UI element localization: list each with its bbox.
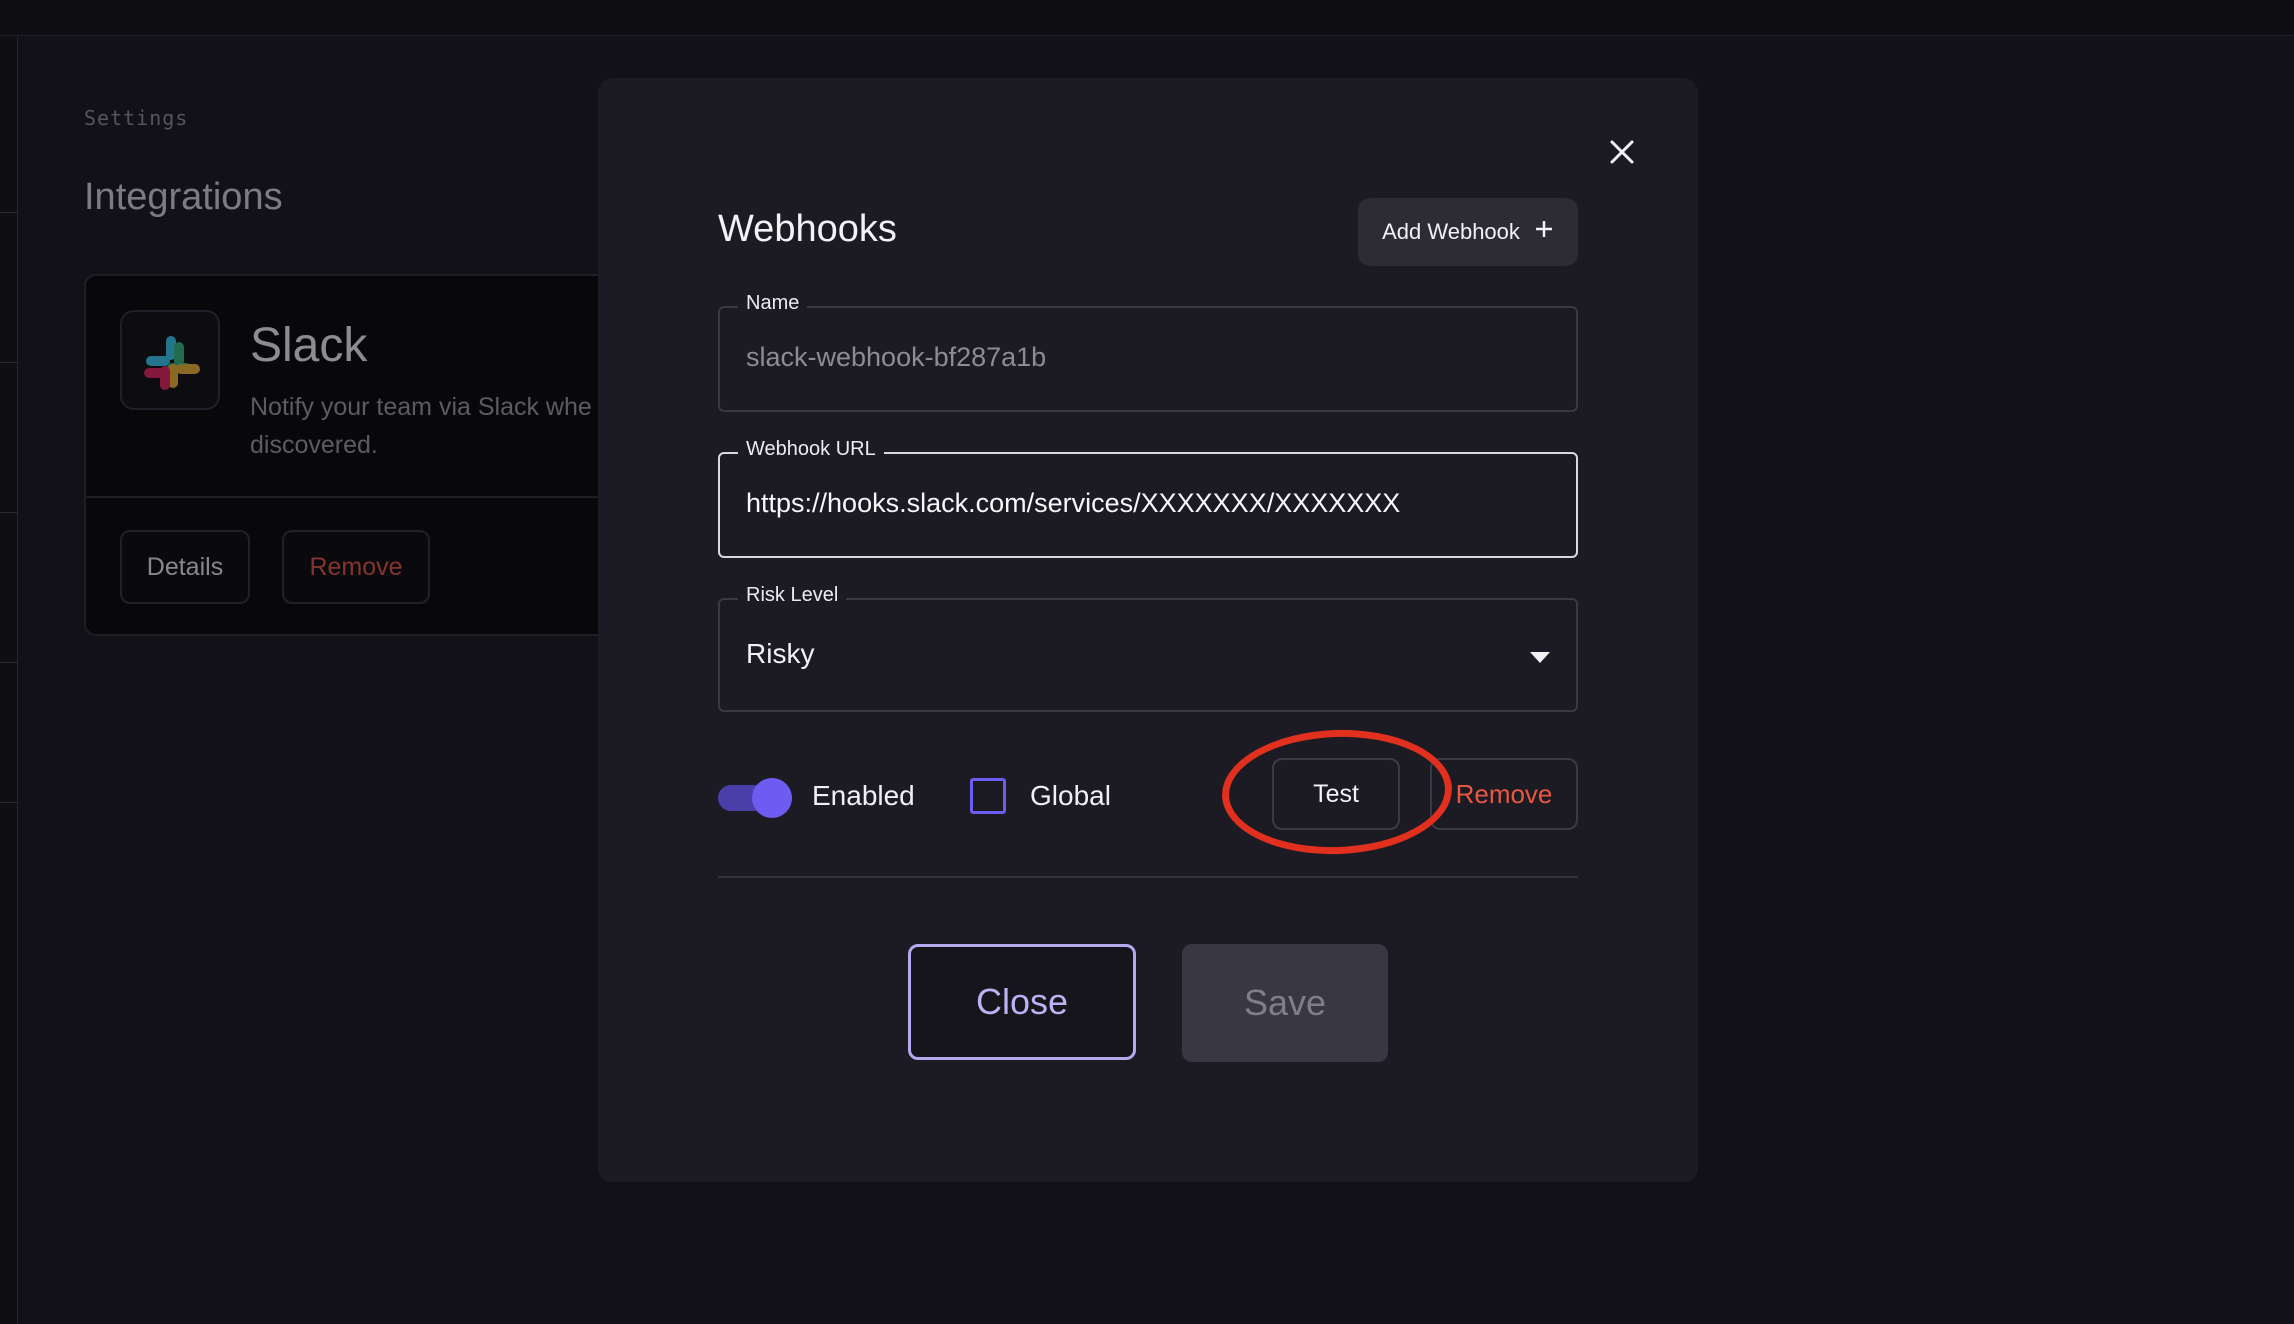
risk-level-label: Risk Level <box>738 584 847 607</box>
test-button[interactable]: Test <box>1272 758 1400 830</box>
enabled-toggle[interactable] <box>718 778 792 818</box>
enabled-label: Enabled <box>812 780 915 811</box>
breadcrumb: Settings <box>84 106 189 130</box>
page-title: Integrations <box>84 176 283 218</box>
name-field[interactable]: Name slack-webhook-bf287a1b <box>718 292 1578 412</box>
card-title: Slack <box>250 319 368 372</box>
webhook-url-value: https://hooks.slack.com/services/XXXXXXX… <box>746 488 1401 518</box>
plus-icon <box>1534 219 1554 245</box>
add-webhook-button[interactable]: Add Webhook <box>1358 198 1578 266</box>
details-button[interactable]: Details <box>120 530 250 604</box>
card-divider <box>86 496 642 498</box>
name-field-value: slack-webhook-bf287a1b <box>746 342 1047 372</box>
card-remove-button[interactable]: Remove <box>282 530 430 604</box>
chevron-down-icon <box>1530 652 1550 663</box>
risk-level-select[interactable]: Risk Level Risky <box>718 584 1578 712</box>
card-description: Notify your team via Slack whe discovere… <box>250 393 592 459</box>
webhook-url-label: Webhook URL <box>738 438 884 461</box>
webhooks-modal: Webhooks Add Webhook Name slack-webhook-… <box>598 78 1698 1182</box>
global-checkbox[interactable] <box>970 778 1006 814</box>
save-button[interactable]: Save <box>1182 944 1388 1062</box>
add-webhook-label: Add Webhook <box>1382 219 1520 244</box>
slack-integration-card: Slack Notify your team via Slack whe dis… <box>84 274 644 636</box>
risk-level-value: Risky <box>746 638 815 669</box>
remove-webhook-button[interactable]: Remove <box>1430 758 1578 830</box>
close-button[interactable]: Close <box>908 944 1136 1060</box>
name-field-label: Name <box>738 292 808 315</box>
webhook-url-field[interactable]: Webhook URL https://hooks.slack.com/serv… <box>718 438 1578 558</box>
global-label: Global <box>1030 780 1111 811</box>
close-icon[interactable] <box>1604 134 1640 170</box>
modal-divider <box>718 876 1578 878</box>
modal-title: Webhooks <box>718 208 897 250</box>
slack-logo-icon <box>120 310 220 410</box>
